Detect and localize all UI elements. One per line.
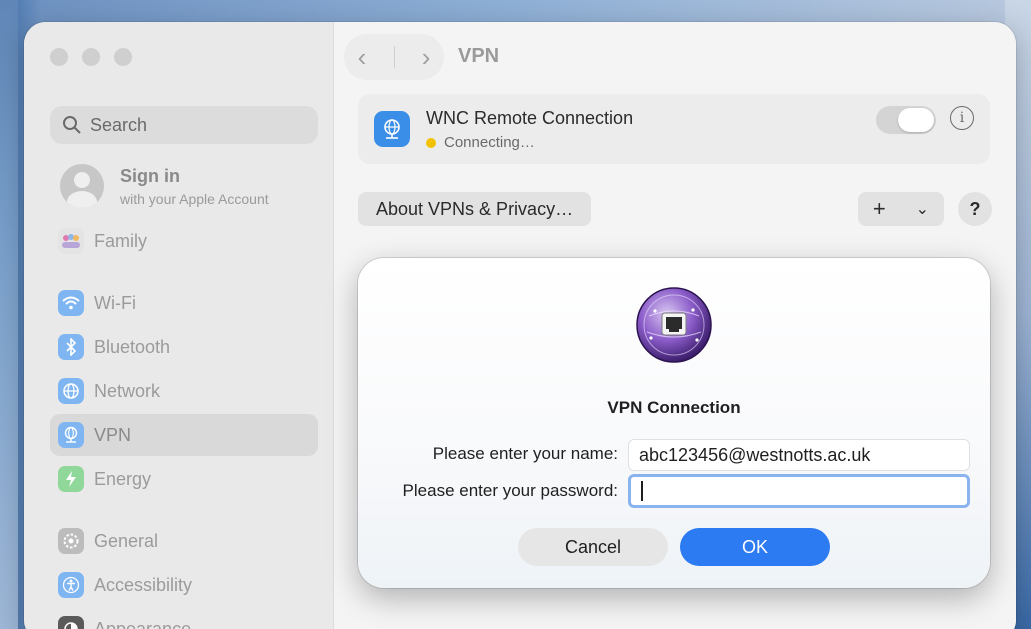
- bluetooth-icon: [58, 334, 84, 360]
- password-field[interactable]: [628, 474, 970, 508]
- ok-button[interactable]: OK: [680, 528, 830, 566]
- vpn-status: Connecting…: [426, 134, 535, 151]
- sidebar-item-label: Bluetooth: [94, 336, 171, 357]
- sidebar-item-accessibility[interactable]: Accessibility: [50, 564, 318, 606]
- sidebar-item-label: Wi-Fi: [94, 292, 136, 313]
- desktop-background: [0, 0, 18, 629]
- sidebar-item-general[interactable]: General: [50, 520, 318, 562]
- network-connect-icon: [636, 287, 712, 363]
- search-field[interactable]: Search: [50, 106, 318, 144]
- wifi-icon: [58, 290, 84, 316]
- vpn-connection-row: WNC Remote Connection Connecting… i: [358, 94, 990, 164]
- dialog-title: VPN Connection: [607, 398, 741, 417]
- sidebar-item-appearance[interactable]: Appearance: [50, 608, 318, 629]
- sidebar: Search Sign in with your Apple Account F…: [24, 22, 334, 629]
- search-icon: [63, 116, 81, 134]
- vpn-status-text: Connecting…: [444, 134, 535, 151]
- sidebar-item-label: Family: [94, 230, 147, 251]
- add-icon: +: [872, 196, 886, 221]
- signin-title: Sign in: [120, 165, 180, 186]
- text-caret: [641, 481, 643, 501]
- vpn-connection-dialog: VPN Connection Please enter your name: a…: [358, 258, 990, 588]
- info-button[interactable]: i: [950, 106, 974, 130]
- page-title: VPN: [458, 45, 500, 67]
- avatar: [60, 164, 104, 208]
- close-window-button[interactable]: [50, 48, 68, 66]
- energy-icon: [58, 466, 84, 492]
- sidebar-item-wifi[interactable]: Wi-Fi: [50, 282, 318, 324]
- sidebar-item-label: Energy: [94, 468, 152, 489]
- sidebar-item-family[interactable]: Family: [50, 220, 318, 262]
- sidebar-item-label: General: [94, 530, 159, 551]
- minimize-window-button[interactable]: [82, 48, 100, 66]
- zoom-window-button[interactable]: [114, 48, 132, 66]
- sidebar-item-label: Accessibility: [94, 574, 193, 595]
- network-icon: [58, 378, 84, 404]
- status-dot-icon: [426, 137, 436, 148]
- apple-account-signin[interactable]: Sign in with your Apple Account: [60, 164, 269, 208]
- username-value: abc123456@westnotts.ac.uk: [639, 444, 871, 465]
- sidebar-item-label: Appearance: [94, 618, 192, 629]
- window-controls: [50, 48, 132, 66]
- password-label: Please enter your password:: [402, 481, 618, 500]
- name-label: Please enter your name:: [432, 444, 618, 463]
- vpn-icon: [58, 422, 84, 448]
- cancel-button[interactable]: Cancel: [518, 528, 668, 566]
- sidebar-item-bluetooth[interactable]: Bluetooth: [50, 326, 318, 368]
- family-icon: [58, 228, 84, 254]
- vpn-toggle[interactable]: [876, 106, 936, 134]
- search-placeholder: Search: [90, 114, 148, 135]
- vpn-name: WNC Remote Connection: [426, 108, 634, 128]
- forward-button[interactable]: ›: [422, 42, 431, 73]
- about-vpns-button[interactable]: About VPNs & Privacy…: [358, 192, 592, 226]
- sidebar-item-vpn[interactable]: VPN: [50, 414, 318, 456]
- sidebar-item-network[interactable]: Network: [50, 370, 318, 412]
- sidebar-item-label: VPN: [94, 424, 132, 445]
- signin-subtitle: with your Apple Account: [120, 190, 269, 207]
- back-button[interactable]: ‹: [358, 42, 367, 73]
- help-button[interactable]: ?: [958, 192, 992, 226]
- vpn-globe-icon: [374, 111, 410, 147]
- sidebar-item-label: Network: [94, 380, 161, 401]
- add-vpn-button[interactable]: + ⌄: [858, 192, 944, 226]
- navigation-buttons: ‹ ›: [344, 34, 444, 80]
- sidebar-item-energy[interactable]: Energy: [50, 458, 318, 500]
- username-field[interactable]: abc123456@westnotts.ac.uk: [628, 439, 970, 471]
- nav-divider: [393, 46, 395, 68]
- chevron-down-icon: ⌄: [915, 201, 930, 218]
- appearance-icon: [58, 616, 84, 629]
- gear-icon: [58, 528, 84, 554]
- accessibility-icon: [58, 572, 84, 598]
